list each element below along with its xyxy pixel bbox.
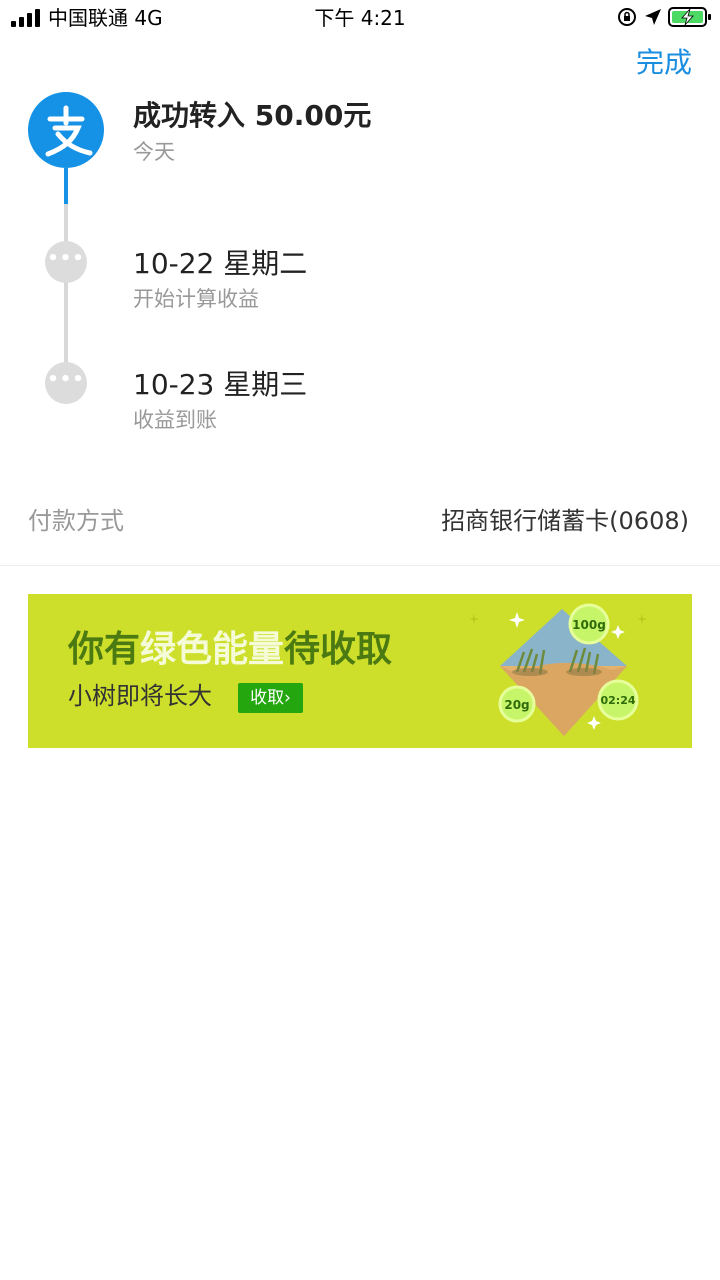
status-bar: 中国联通 4G 下午 4:21	[0, 0, 720, 36]
step-subtitle-transfer: 今天	[133, 140, 175, 164]
energy-bubble-timer[interactable]: 02:24	[597, 679, 639, 721]
payment-method-row: 付款方式 招商银行储蓄卡(0608)	[0, 490, 720, 566]
svg-text:100g: 100g	[572, 618, 606, 632]
done-button[interactable]: 完成	[636, 44, 692, 82]
transfer-result-page: 中国联通 4G 下午 4:21 完成 ••• ••• 成功转入 50.00元 今…	[0, 0, 720, 1280]
alipay-logo-icon	[28, 92, 104, 168]
more-dots-icon: •••	[45, 362, 87, 404]
step-title-earning-arrival: 10-23 星期三	[133, 368, 308, 401]
step-subtitle-earning-start: 开始计算收益	[133, 287, 259, 311]
orientation-lock-icon	[618, 8, 636, 26]
banner-subtitle: 小树即将长大	[68, 682, 212, 710]
energy-bubble-20g[interactable]: 20g	[498, 685, 536, 723]
svg-text:20g: 20g	[504, 698, 529, 712]
clock: 下午 4:21	[314, 6, 406, 30]
banner-headline: 你有绿色能量待收取	[68, 629, 393, 670]
step-title-transfer: 成功转入 50.00元	[133, 99, 372, 132]
payment-method-value: 招商银行储蓄卡(0608)	[441, 507, 689, 535]
svg-text:02:24: 02:24	[600, 694, 635, 707]
energy-bubble-100g[interactable]: 100g	[568, 603, 610, 645]
battery-charging-icon	[668, 7, 711, 27]
more-dots-icon: •••	[45, 241, 87, 283]
step-title-earning-start: 10-22 星期二	[133, 247, 308, 280]
timeline-progress-line	[64, 168, 68, 204]
step-subtitle-earning-arrival: 收益到账	[133, 408, 217, 432]
location-arrow-icon	[645, 9, 661, 25]
timeline-pending-line	[64, 204, 68, 384]
green-energy-banner[interactable]: 你有绿色能量待收取 小树即将长大 收取› 100g 20g 02:24	[28, 594, 692, 748]
collect-button[interactable]: 收取›	[238, 683, 303, 713]
payment-method-label: 付款方式	[28, 507, 124, 535]
tree-illustration: 100g 20g 02:24	[469, 603, 647, 736]
